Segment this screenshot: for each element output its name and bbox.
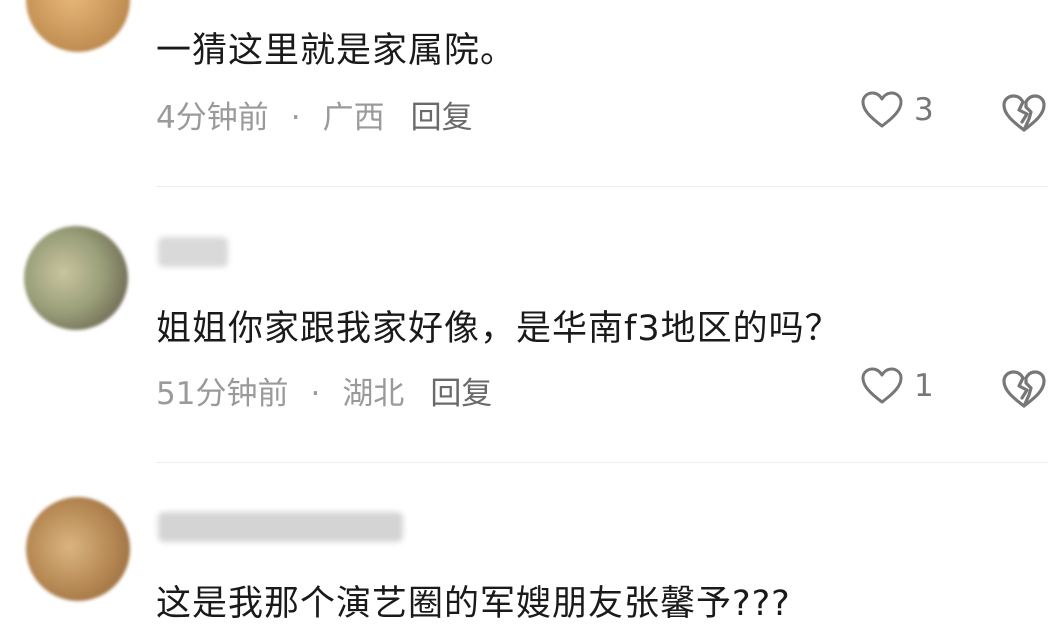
comment-time: 4分钟前: [156, 100, 269, 136]
avatar[interactable]: [26, 497, 130, 601]
comment-text: 这是我那个演艺圈的军嫂朋友张馨予???: [156, 584, 791, 624]
comment-meta: 51分钟前 · 湖北 回复: [156, 368, 492, 413]
like-button[interactable]: 3: [860, 90, 934, 130]
separator-dot: ·: [290, 100, 301, 136]
avatar[interactable]: [26, 0, 130, 52]
heart-outline-icon: [861, 91, 903, 128]
comment-text: 一猜这里就是家属院。: [156, 31, 517, 71]
dislike-button[interactable]: [1000, 368, 1048, 414]
broken-heart-icon: [1002, 94, 1046, 132]
comment-divider: [156, 462, 1048, 463]
like-count: 1: [914, 368, 934, 404]
comment-location: 广西: [322, 100, 385, 136]
comment-time: 51分钟前: [156, 376, 289, 412]
username-blurred[interactable]: [158, 237, 228, 267]
like-count: 3: [914, 92, 934, 128]
comment-text: 姐姐你家跟我家好像，是华南f3地区的吗？: [156, 309, 841, 349]
like-button[interactable]: 1: [860, 366, 934, 406]
broken-heart-icon: [1002, 370, 1046, 408]
reply-button[interactable]: 回复: [430, 368, 492, 413]
avatar[interactable]: [24, 226, 128, 330]
heart-outline-icon: [861, 367, 903, 404]
reply-button[interactable]: 回复: [411, 92, 473, 137]
separator-dot: ·: [310, 376, 321, 412]
dislike-button[interactable]: [1000, 92, 1048, 138]
comment-location: 湖北: [342, 376, 405, 412]
comment-meta: 4分钟前 · 广西 回复: [156, 92, 473, 137]
username-blurred[interactable]: [158, 512, 403, 542]
comment-divider: [156, 186, 1048, 187]
